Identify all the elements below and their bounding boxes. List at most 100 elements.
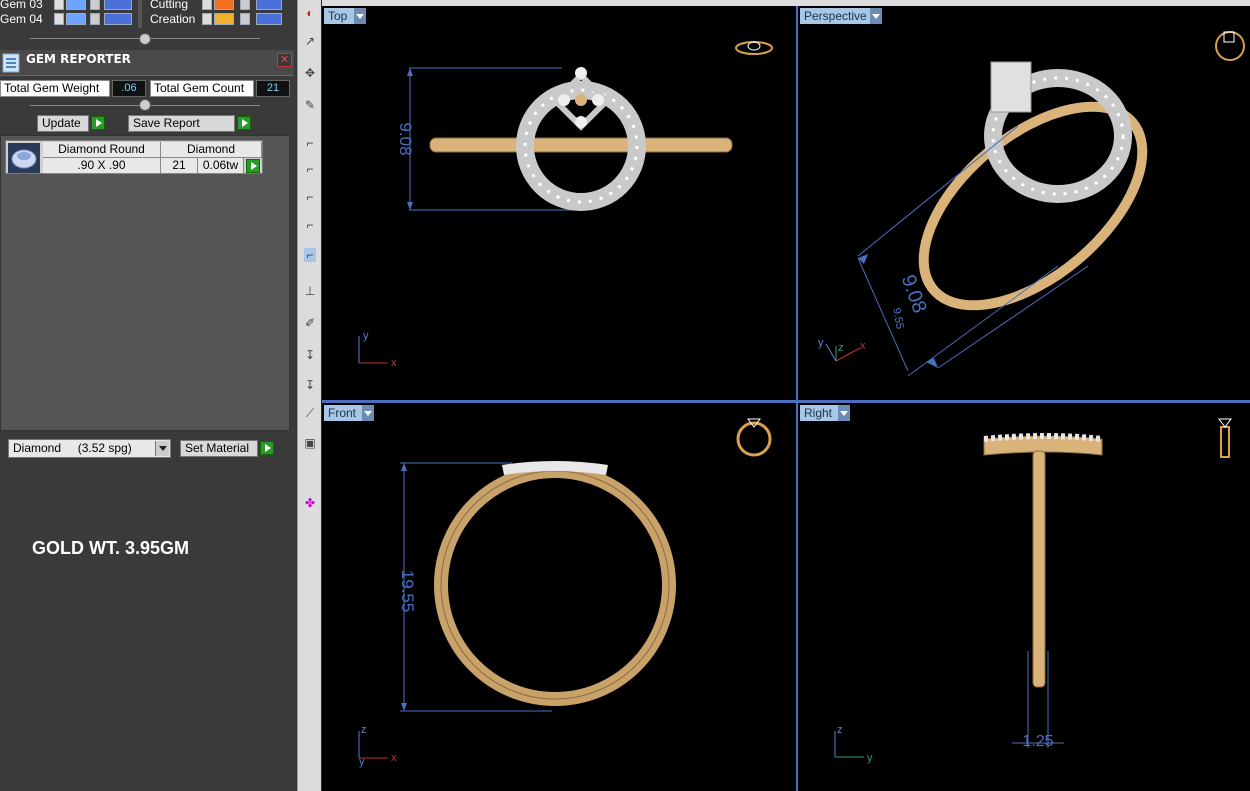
viewport-right-canvas: 1.25 z y bbox=[834, 418, 1232, 764]
viewport-label-right[interactable]: Right bbox=[800, 405, 840, 421]
dimension-label: 19.55 bbox=[398, 570, 417, 613]
set-material-button[interactable]: Set Material bbox=[180, 440, 258, 457]
split-tool-icon[interactable]: ⊥ bbox=[304, 284, 316, 298]
gem-reporter-title: GEM REPORTER bbox=[26, 52, 131, 66]
axis-z-label: z bbox=[361, 724, 367, 736]
gem-row-go-icon[interactable] bbox=[246, 159, 260, 173]
layer-row-cutting[interactable]: Cutting bbox=[150, 0, 290, 11]
pen-icon[interactable]: ✎ bbox=[304, 98, 316, 112]
visibility-toggle[interactable] bbox=[104, 13, 132, 25]
layers-icon[interactable]: ▣ bbox=[304, 436, 316, 450]
lock-icon[interactable] bbox=[240, 13, 250, 25]
dimension-label: 1.25 bbox=[1022, 733, 1053, 750]
play-icon[interactable] bbox=[202, 13, 212, 25]
layer-color-swatch[interactable] bbox=[214, 0, 234, 10]
axis-x-label: x bbox=[391, 752, 397, 764]
viewport-front[interactable]: 19.55 z y x Front bbox=[322, 403, 796, 791]
total-gem-weight-label: Total Gem Weight bbox=[0, 80, 110, 97]
layer-name: Cutting bbox=[150, 0, 189, 11]
curve-tool-active-icon[interactable]: ⌐ bbox=[304, 248, 316, 262]
axis-z-label: z bbox=[837, 724, 843, 736]
gem-size: .90 X .90 bbox=[43, 158, 161, 174]
gem-table: Diamond Round Diamond .90 X .90 21 0.06t… bbox=[5, 140, 263, 174]
gold-weight-annotation: GOLD WT. 3.95GM bbox=[32, 538, 190, 558]
layer-row-creation[interactable]: Creation bbox=[150, 12, 290, 26]
brush-icon[interactable]: ✐ bbox=[304, 316, 316, 330]
set-material-go-icon[interactable] bbox=[260, 441, 274, 455]
rhino-matrix-window: Gem 03 Gem 04 Cutting Creation GEM REPOR… bbox=[0, 0, 1250, 791]
update-go-icon[interactable] bbox=[91, 116, 105, 130]
left-panel: Gem 03 Gem 04 Cutting Creation GEM REPOR… bbox=[0, 0, 297, 791]
vertical-toolbar: ◐ ↗ ✥ ✎ ⌐ ⌐ ⌐ ⌐ ⌐ ⊥ ✐ ↧ ↧ ⟋ ▣ ✤ bbox=[297, 0, 321, 791]
gem-count: 21 bbox=[161, 158, 198, 174]
viewport-label-perspective[interactable]: Perspective bbox=[800, 8, 872, 24]
play-icon[interactable] bbox=[54, 0, 64, 10]
gem-shape: Diamond Round bbox=[43, 142, 161, 158]
axis-x-label: x bbox=[391, 357, 397, 369]
perspective-preview-icon bbox=[1215, 31, 1245, 61]
chevron-down-icon[interactable] bbox=[155, 441, 169, 456]
curve-tool-icon[interactable]: ⌐ bbox=[304, 136, 316, 150]
diamond-round-icon bbox=[8, 143, 40, 173]
gem-reporter-icon bbox=[2, 53, 20, 73]
chevron-down-icon[interactable] bbox=[354, 8, 366, 24]
chevron-down-icon[interactable] bbox=[870, 8, 882, 24]
curve-tool-icon[interactable]: ⌐ bbox=[304, 218, 316, 232]
front-preview-icon bbox=[736, 418, 772, 457]
play-icon[interactable] bbox=[202, 0, 212, 10]
layer-color-swatch[interactable] bbox=[214, 13, 234, 25]
layer-color-swatch[interactable] bbox=[66, 0, 86, 10]
viewport-top-canvas: 9.08 y x bbox=[358, 41, 773, 369]
play-icon[interactable] bbox=[54, 13, 64, 25]
close-icon[interactable]: ✕ bbox=[277, 53, 292, 67]
layer-color-swatch[interactable] bbox=[66, 13, 86, 25]
move-icon[interactable]: ↗ bbox=[304, 34, 316, 48]
gem-weight: 0.06tw bbox=[198, 158, 244, 174]
viewport-top[interactable]: 9.08 y x Top bbox=[322, 6, 796, 400]
splitter-handle-icon[interactable] bbox=[139, 33, 151, 45]
gem-tool-icon[interactable]: ✤ bbox=[304, 496, 316, 510]
viewport-label-top[interactable]: Top bbox=[324, 8, 356, 24]
top-preview-icon bbox=[735, 41, 773, 55]
material-select-value: Diamond (3.52 spg) bbox=[13, 441, 132, 455]
lock-icon[interactable] bbox=[240, 0, 250, 10]
chevron-down-icon[interactable] bbox=[838, 405, 850, 421]
pin-icon[interactable]: ↧ bbox=[304, 348, 316, 362]
save-report-go-icon[interactable] bbox=[237, 116, 251, 130]
knife-icon[interactable]: ⟋ bbox=[304, 406, 316, 420]
viewport-right[interactable]: 1.25 z y Right bbox=[798, 403, 1250, 791]
viewport-perspective[interactable]: 9.08 9.55 y z x Perspective bbox=[798, 6, 1250, 400]
layer-row-gem-04[interactable]: Gem 04 bbox=[0, 12, 140, 26]
pin-icon[interactable]: ↧ bbox=[304, 378, 316, 392]
save-report-button[interactable]: Save Report bbox=[128, 115, 235, 132]
visibility-toggle[interactable] bbox=[256, 0, 282, 10]
visibility-toggle[interactable] bbox=[256, 13, 282, 25]
curve-tool-icon[interactable]: ⌐ bbox=[304, 162, 316, 176]
splitter-handle-icon[interactable] bbox=[139, 99, 151, 111]
axis-x-label: x bbox=[860, 340, 866, 352]
pan-icon[interactable]: ✥ bbox=[304, 66, 316, 80]
right-preview-icon bbox=[1218, 418, 1232, 458]
gem-list-area bbox=[0, 135, 290, 431]
lock-icon[interactable] bbox=[90, 13, 100, 25]
lock-icon[interactable] bbox=[90, 0, 100, 10]
visibility-toggle[interactable] bbox=[104, 0, 132, 10]
update-button[interactable]: Update bbox=[37, 115, 89, 132]
viewport-label-front[interactable]: Front bbox=[324, 405, 364, 421]
layer-name: Gem 03 bbox=[0, 0, 43, 11]
axis-z-label: z bbox=[838, 342, 844, 354]
viewport-splitter-vertical[interactable] bbox=[796, 6, 798, 791]
dimension-label-small: 9.55 bbox=[890, 307, 906, 330]
layer-row-gem-03[interactable]: Gem 03 bbox=[0, 0, 140, 11]
gem-reporter-header: GEM REPORTER ✕ bbox=[0, 50, 294, 76]
viewport-perspective-canvas: 9.08 9.55 y z x bbox=[818, 31, 1245, 377]
axis-y-label: y bbox=[363, 330, 369, 342]
material-select[interactable]: Diamond (3.52 spg) bbox=[8, 439, 171, 458]
chevron-down-icon[interactable] bbox=[362, 405, 374, 421]
total-gem-weight-value: .06 bbox=[112, 80, 146, 97]
viewport-splitter-horizontal[interactable] bbox=[322, 400, 1250, 403]
rotate-icon[interactable]: ◐ bbox=[304, 6, 316, 20]
total-gem-count-label: Total Gem Count bbox=[150, 80, 254, 97]
axis-y-label: y bbox=[867, 752, 873, 764]
curve-tool-icon[interactable]: ⌐ bbox=[304, 190, 316, 204]
